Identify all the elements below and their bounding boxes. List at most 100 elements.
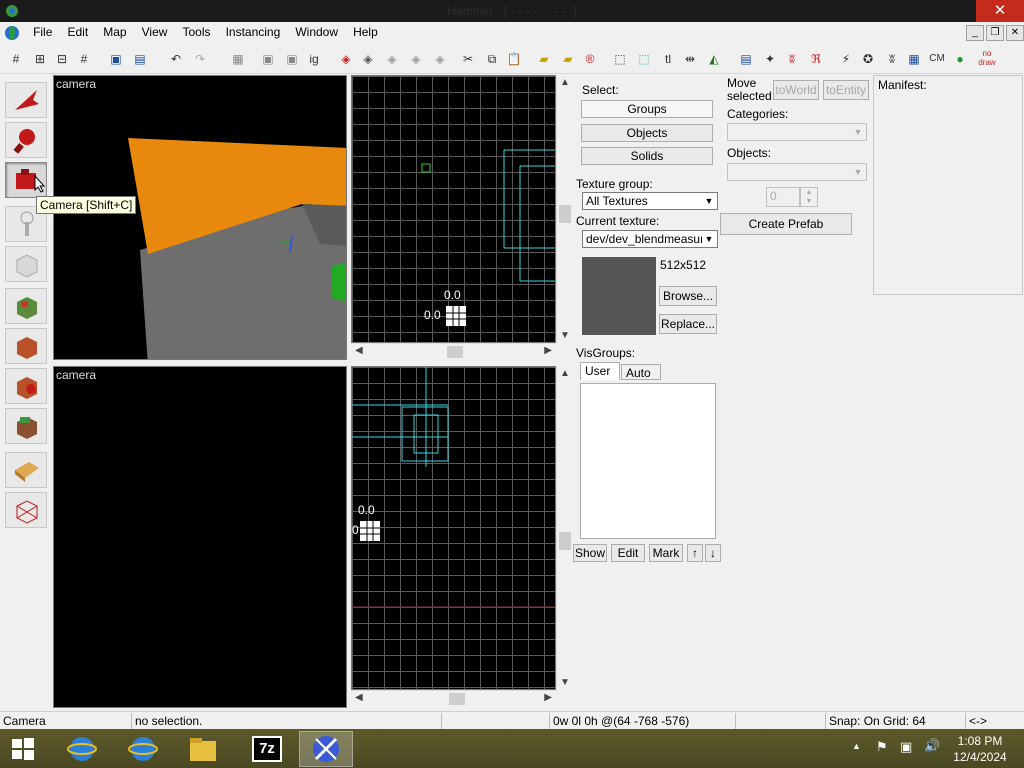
decal-tool-icon[interactable] <box>5 368 47 404</box>
mdi-minimize-button[interactable]: _ <box>966 25 984 41</box>
grid-3d-icon[interactable]: # <box>74 49 94 69</box>
select-solids-button[interactable]: Solids <box>581 147 713 165</box>
menu-instancing[interactable]: Instancing <box>220 22 287 42</box>
start-button[interactable] <box>0 731 46 767</box>
2d-viewport-top[interactable]: 0.0 0.0 <box>351 75 556 343</box>
visgroup-edit-button[interactable]: Edit <box>611 544 645 562</box>
show-hidden-icons[interactable]: ▲ <box>852 741 861 751</box>
clock-date[interactable]: 12/4/2024 <box>950 750 1010 764</box>
cm-label[interactable]: CM <box>926 49 948 69</box>
camera-viewport-bottom[interactable]: camera <box>53 366 347 708</box>
texture-lock-icon[interactable]: ◈ <box>336 49 356 69</box>
cube-icon[interactable]: ▦ <box>904 49 924 69</box>
clock-time[interactable]: 1:08 PM <box>950 734 1010 748</box>
scroll-thumb[interactable] <box>447 346 463 358</box>
undo-icon[interactable]: ↶ <box>166 49 186 69</box>
snap-icon[interactable]: ⚡ <box>836 49 856 69</box>
selection-lasso-icon[interactable]: ⬚ <box>634 49 654 69</box>
categories-dropdown[interactable]: ▼ <box>727 123 867 141</box>
overlay-tool-icon[interactable] <box>5 408 47 444</box>
group-icon[interactable]: ▣ <box>106 49 126 69</box>
move-down-icon[interactable]: ↓ <box>705 544 721 562</box>
scroll-down-icon[interactable]: ▼ <box>560 330 570 341</box>
mirror-icon[interactable]: ◭ <box>704 49 724 69</box>
mdi-restore-button[interactable]: ❐ <box>986 25 1004 41</box>
horizontal-scrollbar[interactable]: ◀ ▶ <box>351 343 556 359</box>
network-icon[interactable]: ▣ <box>900 739 912 755</box>
sw-icon[interactable]: ʬ <box>882 49 902 69</box>
select-box-icon[interactable]: ⬚ <box>610 49 630 69</box>
carve-icon[interactable]: ▦ <box>228 49 248 69</box>
scroll-thumb[interactable] <box>559 205 571 223</box>
visgroup-mark-button[interactable]: Mark <box>649 544 683 562</box>
ignore-groups-icon[interactable]: ig <box>304 49 324 69</box>
close-button[interactable]: ✕ <box>976 0 1024 22</box>
nodraw-icon[interactable]: no draw <box>974 49 1000 69</box>
selection-tool-icon[interactable] <box>5 82 47 118</box>
visgroups-list[interactable] <box>580 383 716 539</box>
horizontal-scrollbar[interactable]: ◀ ▶ <box>351 690 556 706</box>
move-up-icon[interactable]: ↑ <box>687 544 703 562</box>
scroll-right-icon[interactable]: ▶ <box>544 692 552 703</box>
scroll-right-icon[interactable]: ▶ <box>544 345 552 356</box>
menu-file[interactable]: File <box>27 22 58 42</box>
spinner-icon[interactable]: ▲ ▼ <box>800 187 818 207</box>
hide-icon[interactable]: ▣ <box>258 49 278 69</box>
7zip-icon[interactable]: 7z <box>240 731 294 767</box>
menu-view[interactable]: View <box>136 22 174 42</box>
2d-viewport-bottom[interactable]: 0.0 0 <box>351 366 556 690</box>
replace-button[interactable]: Replace... <box>659 314 717 334</box>
scroll-up-icon[interactable]: ▲ <box>560 77 570 88</box>
apply-texture-icon[interactable] <box>5 328 47 364</box>
grid-smaller-icon[interactable]: ⊞ <box>30 49 50 69</box>
hide-selected-icon[interactable]: ◈ <box>406 49 426 69</box>
texture-group-dropdown[interactable]: All Textures ▼ <box>582 192 718 210</box>
camera-viewport-top[interactable]: camera <box>53 75 347 360</box>
select-groups-button[interactable]: Groups <box>581 100 713 118</box>
to-world-button[interactable]: toWorld <box>773 80 819 100</box>
objects-dropdown[interactable]: ▼ <box>727 163 867 181</box>
3d-grid-icon[interactable]: ✦ <box>760 49 780 69</box>
current-texture-dropdown[interactable]: dev/dev_blendmeasure ▼ <box>582 230 718 248</box>
to-entity-button[interactable]: toEntity <box>823 80 869 100</box>
vertical-scrollbar[interactable]: ▲ ▼ <box>556 366 572 690</box>
redo-icon[interactable]: ↷ <box>190 49 210 69</box>
file-explorer-icon[interactable] <box>176 731 230 767</box>
clip-tool-icon[interactable] <box>5 452 47 488</box>
show-2d-icon[interactable]: ▤ <box>736 49 756 69</box>
show-all-icon[interactable]: ◈ <box>430 49 450 69</box>
ungroup-icon[interactable]: ▤ <box>130 49 150 69</box>
flag-icon[interactable]: ⚑ <box>876 739 888 755</box>
scroll-left-icon[interactable]: ◀ <box>355 345 363 356</box>
scroll-thumb[interactable] <box>559 532 571 550</box>
prefab-count-input[interactable]: 0 <box>766 187 800 207</box>
magnify-tool-icon[interactable] <box>5 122 47 158</box>
menu-window[interactable]: Window <box>289 22 344 42</box>
block-tool-icon[interactable] <box>5 246 47 282</box>
snap-to-grid-icon[interactable]: ✪ <box>858 49 878 69</box>
menu-tools[interactable]: Tools <box>176 22 216 42</box>
texture-scale-icon[interactable]: ◈ <box>358 49 378 69</box>
copy-icon[interactable]: ⧉ <box>482 49 502 69</box>
mdi-close-button[interactable]: ✕ <box>1006 25 1024 41</box>
scroll-up-icon[interactable]: ▲ <box>560 368 570 379</box>
vertex-tool-icon[interactable] <box>5 492 47 528</box>
tl-icon[interactable]: tl <box>658 49 678 69</box>
vertical-scrollbar[interactable]: ▲ ▼ <box>556 75 572 343</box>
ow-icon[interactable]: ʬ <box>782 49 802 69</box>
create-prefab-button[interactable]: Create Prefab <box>720 213 852 235</box>
select-objects-button[interactable]: Objects <box>581 124 713 142</box>
volume-icon[interactable]: 🔊 <box>924 738 940 754</box>
ie-icon[interactable] <box>116 731 170 767</box>
menu-help[interactable]: Help <box>347 22 384 42</box>
ie-icon[interactable] <box>55 731 109 767</box>
scroll-left-icon[interactable]: ◀ <box>355 692 363 703</box>
radius-icon[interactable]: ® <box>580 49 600 69</box>
texture-app-icon[interactable]: ◈ <box>382 49 402 69</box>
document-icon[interactable] <box>0 24 24 42</box>
tab-auto[interactable]: Auto <box>621 364 661 380</box>
grid-icon[interactable]: # <box>6 49 26 69</box>
menu-edit[interactable]: Edit <box>61 22 94 42</box>
tab-user[interactable]: User <box>580 362 620 380</box>
flip-horizontal-icon[interactable]: ⇹ <box>680 49 700 69</box>
